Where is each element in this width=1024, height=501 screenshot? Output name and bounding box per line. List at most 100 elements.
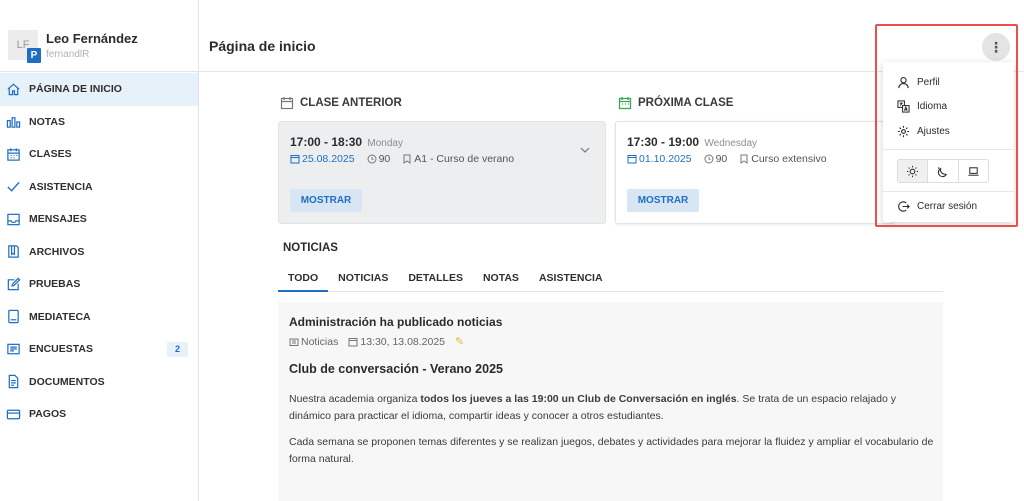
class-date-value: 01.10.2025 bbox=[639, 153, 692, 165]
news-subtitle: Club de conversación - Verano 2025 bbox=[289, 362, 503, 376]
user-profile[interactable]: LF P Leo Fernández fernandlR bbox=[0, 0, 199, 72]
theme-light-button[interactable] bbox=[898, 160, 929, 182]
menu-item-perfil[interactable]: Perfil bbox=[883, 70, 1014, 94]
news-heading: Administración ha publicado noticias bbox=[289, 315, 503, 329]
translate-icon bbox=[896, 99, 910, 113]
newspaper-icon bbox=[289, 338, 299, 346]
class-date: 01.10.2025 bbox=[627, 153, 692, 165]
sidebar-item-documentos[interactable]: DOCUMENTOS bbox=[0, 366, 198, 399]
previous-class-title: CLASE ANTERIOR bbox=[300, 97, 402, 109]
inbox-icon bbox=[5, 211, 21, 227]
tab-todo[interactable]: TODO bbox=[278, 269, 329, 292]
sidebar-item-encuestas[interactable]: ENCUESTAS 2 bbox=[0, 333, 198, 366]
next-class-card[interactable]: 17:30 - 19:00 Wednesday 01.10.2025 90 Cu… bbox=[615, 121, 895, 224]
sidebar-item-label: MEDIATECA bbox=[29, 310, 91, 323]
class-day: Wednesday bbox=[704, 138, 758, 149]
clock-icon bbox=[704, 154, 714, 164]
sidebar-item-asistencia[interactable]: ASISTENCIA bbox=[0, 171, 198, 204]
bookmark-icon bbox=[403, 154, 411, 164]
sidebar-item-mensajes[interactable]: MENSAJES bbox=[0, 203, 198, 236]
moon-icon bbox=[938, 166, 948, 177]
class-course-value: Curso extensivo bbox=[751, 153, 827, 165]
calendar-icon bbox=[618, 96, 632, 110]
theme-switcher bbox=[897, 159, 989, 183]
class-duration: 90 bbox=[704, 153, 728, 165]
class-time-range: 17:30 - 19:00 bbox=[627, 135, 700, 149]
chevron-down-icon[interactable] bbox=[579, 144, 591, 156]
next-class-heading: PRÓXIMA CLASE bbox=[618, 96, 733, 110]
bookmark-icon bbox=[740, 154, 748, 164]
logout-icon bbox=[896, 199, 910, 213]
menu-item-label: Perfil bbox=[917, 76, 940, 88]
class-time: 17:00 - 18:30 Monday bbox=[290, 135, 403, 149]
tab-notas[interactable]: NOTAS bbox=[473, 269, 529, 292]
avatar-badge: P bbox=[27, 48, 41, 63]
previous-class-heading: CLASE ANTERIOR bbox=[280, 96, 402, 110]
sidebar-item-mediateca[interactable]: MEDIATECA bbox=[0, 301, 198, 334]
sidebar-item-label: PAGOS bbox=[29, 408, 67, 421]
theme-dark-button[interactable] bbox=[928, 160, 959, 182]
sidebar-item-archivos[interactable]: ARCHIVOS bbox=[0, 236, 198, 269]
menu-item-label: Ajustes bbox=[917, 125, 950, 137]
news-text: Nuestra academia organiza bbox=[289, 393, 421, 405]
card-icon bbox=[5, 406, 21, 422]
sidebar-item-notas[interactable]: NOTAS bbox=[0, 106, 198, 139]
sun-icon bbox=[907, 165, 919, 177]
class-course: A1 - Curso de verano bbox=[402, 153, 514, 165]
class-day: Monday bbox=[367, 138, 403, 149]
news-text-bold: todos los jueves a las 19:00 un Club de … bbox=[420, 393, 737, 405]
show-previous-class-button[interactable]: MOSTRAR bbox=[290, 189, 362, 212]
class-meta: 25.08.2025 90 A1 - Curso de verano bbox=[290, 153, 514, 165]
laptop-icon bbox=[968, 166, 979, 176]
theme-system-button[interactable] bbox=[959, 160, 988, 182]
page-title: Página de inicio bbox=[209, 38, 316, 54]
sidebar-item-inicio[interactable]: PÁGINA DE INICIO bbox=[0, 73, 198, 106]
tab-asistencia[interactable]: ASISTENCIA bbox=[529, 269, 613, 292]
calendar-icon bbox=[290, 155, 300, 164]
app-root: LF P Leo Fernández fernandlR PÁGINA DE I… bbox=[0, 0, 1024, 501]
class-duration-value: 90 bbox=[715, 153, 728, 165]
class-date-value: 25.08.2025 bbox=[302, 153, 355, 165]
menu-divider bbox=[883, 191, 1014, 192]
previous-class-card[interactable]: 17:00 - 18:30 Monday 25.08.2025 90 A1 - … bbox=[278, 121, 606, 224]
class-time: 17:30 - 19:00 Wednesday bbox=[627, 135, 757, 149]
user-icon bbox=[896, 75, 910, 89]
sidebar-item-pruebas[interactable]: PRUEBAS bbox=[0, 268, 198, 301]
more-options-button[interactable]: ⋮ bbox=[982, 33, 1010, 61]
calendar-icon bbox=[280, 96, 294, 110]
class-duration-value: 90 bbox=[378, 153, 391, 165]
menu-item-cerrar-sesion[interactable]: Cerrar sesión bbox=[883, 194, 1014, 218]
tab-noticias[interactable]: NOTICIAS bbox=[328, 269, 398, 292]
kebab-icon: ⋮ bbox=[989, 38, 1003, 55]
home-icon bbox=[5, 81, 21, 97]
menu-item-label: Idioma bbox=[917, 100, 948, 112]
class-duration: 90 bbox=[367, 153, 391, 165]
tab-detalles[interactable]: DETALLES bbox=[398, 269, 473, 292]
user-menu-dropdown: Perfil Idioma Ajustes Cerrar sesión bbox=[883, 62, 1014, 222]
news-meta: Noticias 13:30, 13.08.2025 ✎ bbox=[289, 335, 464, 348]
sidebar-item-label: PÁGINA DE INICIO bbox=[29, 83, 122, 96]
gear-icon bbox=[896, 124, 910, 138]
count-badge: 2 bbox=[167, 341, 188, 357]
news-timestamp-value: 13:30, 13.08.2025 bbox=[360, 335, 446, 348]
news-card[interactable]: Administración ha publicado noticias Not… bbox=[278, 302, 943, 501]
sidebar-item-clases[interactable]: CLASES bbox=[0, 138, 198, 171]
sidebar-item-label: ASISTENCIA bbox=[29, 180, 93, 193]
news-timestamp: 13:30, 13.08.2025 bbox=[348, 336, 445, 348]
sidebar-item-label: ARCHIVOS bbox=[29, 245, 85, 258]
news-paragraph-2: Cada semana se proponen temas diferentes… bbox=[289, 436, 934, 465]
clock-icon bbox=[367, 154, 377, 164]
sidebar-item-label: CLASES bbox=[29, 148, 72, 161]
paperclip-icon[interactable]: ✎ bbox=[455, 335, 464, 348]
chart-icon bbox=[5, 114, 21, 130]
check-icon bbox=[5, 179, 21, 195]
menu-item-ajustes[interactable]: Ajustes bbox=[883, 119, 1014, 143]
calendar-icon bbox=[5, 146, 21, 162]
show-next-class-button[interactable]: MOSTRAR bbox=[627, 189, 699, 212]
news-tabs: TODO NOTICIAS DETALLES NOTAS ASISTENCIA bbox=[278, 269, 943, 292]
sidebar-item-label: NOTAS bbox=[29, 115, 65, 128]
sidebar-item-pagos[interactable]: PAGOS bbox=[0, 398, 198, 431]
menu-item-idioma[interactable]: Idioma bbox=[883, 94, 1014, 118]
sidebar-item-label: MENSAJES bbox=[29, 213, 87, 226]
edit-icon bbox=[5, 276, 21, 292]
